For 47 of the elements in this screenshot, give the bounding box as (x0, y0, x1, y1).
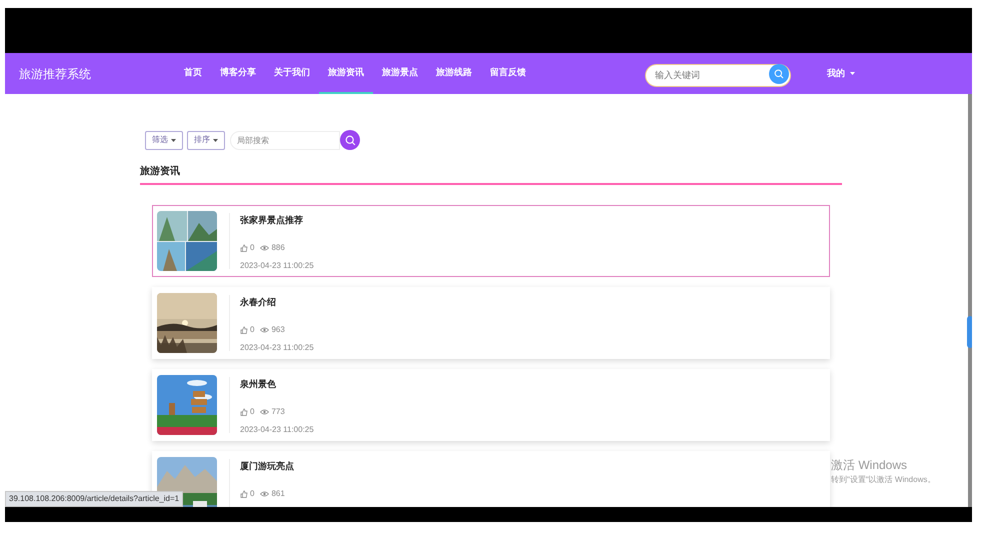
nav-tab[interactable]: 关于我们 (265, 53, 319, 94)
caret-icon (213, 138, 218, 142)
status-url: 39.108.108.206:8009/article/details?article_id=1 (5, 491, 184, 507)
like-count: 0 (250, 406, 254, 418)
nav-tab[interactable]: 旅游景点 (373, 53, 427, 94)
nav-tab[interactable]: 留言反馈 (481, 53, 535, 94)
dropdown-button[interactable]: 排序 (187, 130, 225, 150)
article-title[interactable]: 永春介绍 (240, 296, 314, 310)
nav-tab[interactable]: 旅游线路 (427, 53, 481, 94)
site-title: 旅游推荐系统 (19, 66, 91, 80)
article-card[interactable]: 泉州景色 0 773 2023-04-23 11:00:25 (152, 369, 830, 441)
thumbs-up-icon (240, 244, 248, 252)
activation-title: 激活 Windows (831, 457, 908, 474)
like-count: 0 (250, 488, 254, 500)
article-title[interactable]: 厦门游玩亮点 (240, 460, 294, 474)
search-button[interactable] (340, 130, 360, 150)
thumbs-up-icon (240, 408, 248, 416)
activation-hint: 转到"设置"以激活 Windows。 (831, 474, 936, 486)
search-icon (344, 134, 356, 146)
article-card[interactable]: 永春介绍 0 963 2023-04-23 11:00:25 (152, 287, 830, 359)
thumbs-up-icon (240, 326, 248, 334)
article-date: 2023-04-23 11:00:25 (240, 260, 314, 272)
search-field[interactable]: 输入关键词 (645, 64, 791, 86)
caret-icon (850, 72, 855, 75)
view-count: 861 (271, 488, 285, 500)
view-count: 963 (271, 324, 285, 336)
article-date: 2023-04-23 11:00:25 (240, 342, 314, 354)
section-title: 旅游资讯 (140, 164, 842, 185)
like-count: 0 (250, 324, 254, 336)
view-count: 773 (271, 406, 285, 418)
article-title[interactable]: 泉州景色 (240, 378, 314, 392)
article-card[interactable]: 张家界景点推荐 0 886 2023-04-23 11:00:25 (152, 205, 830, 277)
nav-tab[interactable]: 首页 (175, 53, 211, 94)
eye-icon (260, 408, 270, 414)
article-date: 2023-04-23 11:00:25 (240, 424, 314, 436)
like-count: 0 (250, 242, 254, 254)
caret-icon (171, 138, 176, 142)
eye-icon (260, 490, 270, 496)
dropdown-button[interactable]: 筛选 (145, 130, 183, 150)
eye-icon (260, 326, 270, 332)
view-count: 886 (271, 242, 285, 254)
nav-tab[interactable]: 博客分享 (211, 53, 265, 94)
thumbs-up-icon (240, 490, 248, 498)
eye-icon (260, 244, 270, 250)
user-menu[interactable]: 我的 (827, 66, 855, 80)
article-title[interactable]: 张家界景点推荐 (240, 214, 314, 228)
search-icon (774, 68, 784, 78)
